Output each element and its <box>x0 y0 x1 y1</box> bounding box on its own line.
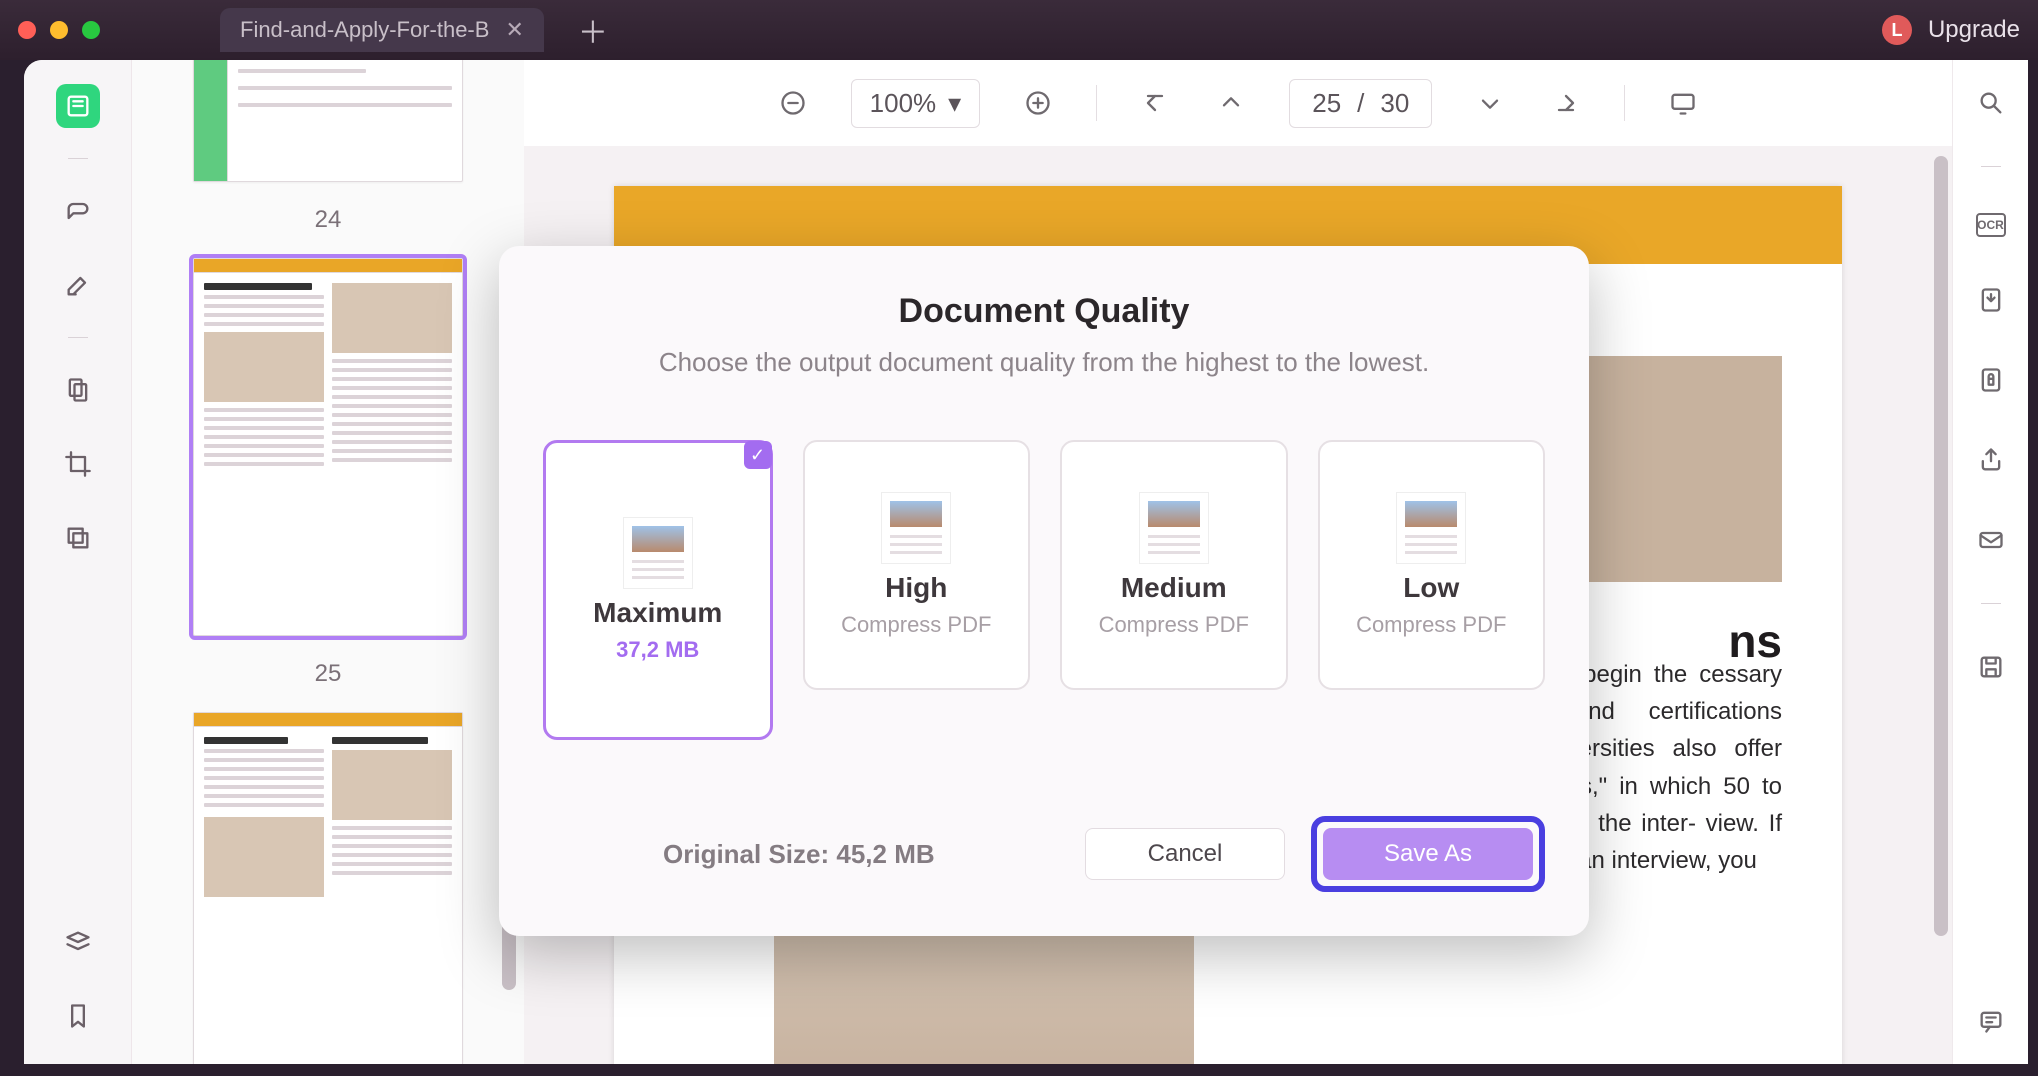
document-tab[interactable]: Find-and-Apply-For-the-B ✕ <box>220 8 544 52</box>
add-tab-button[interactable]: ＋ <box>564 8 622 52</box>
quality-option-high[interactable]: High Compress PDF <box>803 440 1031 690</box>
save-as-highlight: Save As <box>1311 816 1545 892</box>
minimize-window-icon[interactable] <box>50 21 68 39</box>
quality-thumb-icon <box>623 517 693 589</box>
quality-sub: Compress PDF <box>1099 612 1249 638</box>
quality-thumb-icon <box>1139 492 1209 564</box>
tab-bar: Find-and-Apply-For-the-B ✕ ＋ <box>220 8 1882 52</box>
quality-options: ✓ Maximum 37,2 MB High Compress PDF Medi… <box>543 440 1545 740</box>
cancel-button[interactable]: Cancel <box>1085 828 1285 880</box>
original-size-label: Original Size: 45,2 MB <box>663 839 935 870</box>
check-icon: ✓ <box>744 441 772 469</box>
quality-name: Medium <box>1121 572 1227 604</box>
avatar[interactable]: L <box>1882 15 1912 45</box>
close-window-icon[interactable] <box>18 21 36 39</box>
quality-thumb-icon <box>881 492 951 564</box>
quality-sub: Compress PDF <box>1356 612 1506 638</box>
quality-option-low[interactable]: Low Compress PDF <box>1318 440 1546 690</box>
quality-name: Maximum <box>593 597 722 629</box>
tab-title: Find-and-Apply-For-the-B <box>240 17 489 43</box>
traffic-lights <box>18 21 100 39</box>
close-tab-icon[interactable]: ✕ <box>505 17 523 43</box>
dialog-subtitle: Choose the output document quality from … <box>543 347 1545 378</box>
quality-sub: 37,2 MB <box>616 637 699 663</box>
save-as-button[interactable]: Save As <box>1323 828 1533 880</box>
document-quality-dialog: Document Quality Choose the output docum… <box>499 246 1589 936</box>
app-body: 24 <box>24 60 2028 1064</box>
quality-sub: Compress PDF <box>841 612 991 638</box>
dialog-title: Document Quality <box>543 292 1545 331</box>
quality-name: Low <box>1403 572 1459 604</box>
quality-option-medium[interactable]: Medium Compress PDF <box>1060 440 1288 690</box>
upgrade-button[interactable]: Upgrade <box>1928 16 2020 44</box>
title-bar: Find-and-Apply-For-the-B ✕ ＋ L Upgrade <box>0 0 2038 60</box>
quality-option-maximum[interactable]: ✓ Maximum 37,2 MB <box>543 440 773 740</box>
quality-name: High <box>885 572 947 604</box>
modal-overlay: Document Quality Choose the output docum… <box>24 60 2028 1064</box>
quality-thumb-icon <box>1396 492 1466 564</box>
maximize-window-icon[interactable] <box>82 21 100 39</box>
